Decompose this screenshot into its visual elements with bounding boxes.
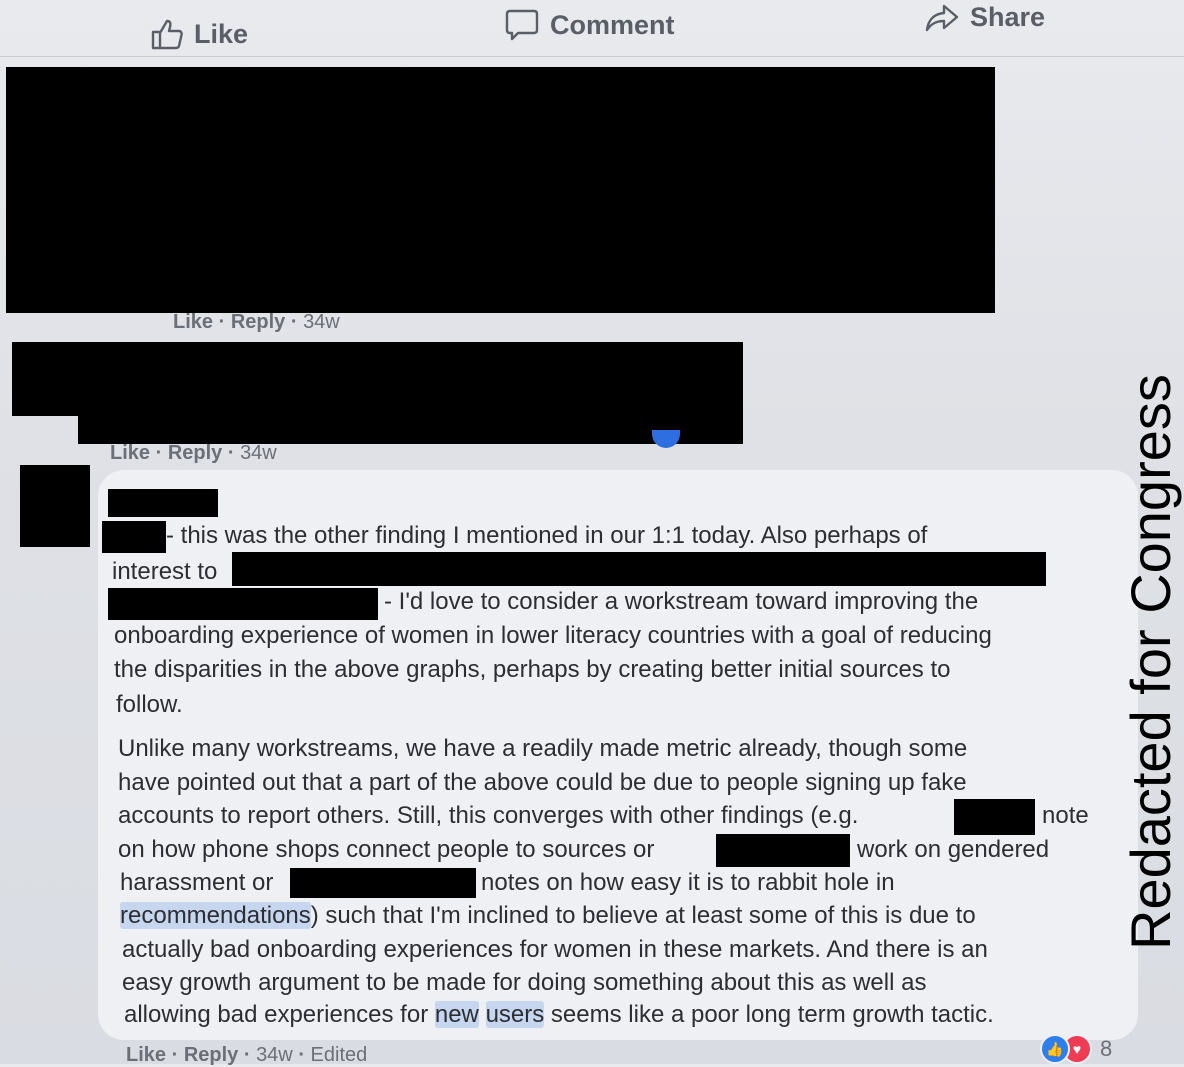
comment-text-line: - this was the other finding I mentioned… <box>166 522 928 549</box>
comment-text-line: the disparities in the above graphs, per… <box>114 656 951 683</box>
comment-text-line: onboarding experience of women in lower … <box>114 622 992 649</box>
share-button[interactable]: Share <box>924 2 1045 33</box>
comment-3-reply-link[interactable]: Reply <box>184 1044 238 1066</box>
comment-1-reply-link[interactable]: Reply <box>231 311 285 333</box>
users-link[interactable]: users <box>485 1001 545 1028</box>
like-reaction-icon: 👍 <box>1040 1034 1070 1064</box>
comment-text-line: - I'd love to consider a workstream towa… <box>384 588 979 615</box>
comment-2-timestamp: 34w <box>240 442 277 464</box>
recommendations-link[interactable]: recommendations <box>120 902 311 929</box>
redacted-mention-3 <box>108 588 378 620</box>
comment-3-reactions[interactable]: 👍 ♥ 8 <box>1040 1034 1112 1064</box>
comment-1-timestamp: 34w <box>303 311 340 333</box>
share-arrow-icon <box>925 4 959 31</box>
comment-button-label: Comment <box>550 9 675 40</box>
redacted-avatar-3 <box>20 465 90 547</box>
comment-text-fragment: allowing bad experiences for <box>124 1001 429 1028</box>
comment-bubble-icon <box>505 9 539 41</box>
comment-2-meta: Like · Reply · 34w <box>110 442 277 464</box>
comment-text-line: work on gendered <box>857 836 1050 863</box>
like-button[interactable]: Like <box>150 18 248 50</box>
comment-text-line: accounts to report others. Still, this c… <box>118 802 859 829</box>
redacted-mention-2 <box>232 552 1046 586</box>
comment-1-meta: Like · Reply · 34w <box>173 311 340 333</box>
comment-2-like-link[interactable]: Like <box>110 442 150 464</box>
comment-text-line: have pointed out that a part of the abov… <box>118 769 967 796</box>
redacted-name-2 <box>716 834 850 867</box>
comment-1-like-link[interactable]: Like <box>173 311 213 333</box>
redacted-mention-1 <box>102 521 166 553</box>
redacted-author-name <box>108 489 218 517</box>
new-link[interactable]: new <box>434 1001 479 1028</box>
like-button-label: Like <box>194 18 249 49</box>
reaction-count: 8 <box>1100 1036 1113 1061</box>
comment-text-line: note <box>1042 802 1089 829</box>
comment-text-line: Unlike many workstreams, we have a readi… <box>118 735 968 762</box>
comment-text-line: on how phone shops connect people to sou… <box>118 836 655 863</box>
redacted-name-1 <box>954 799 1035 835</box>
comment-3-timestamp: 34w <box>256 1044 293 1066</box>
post-action-bar: Like Comment Share <box>0 0 1184 57</box>
comment-text-line: follow. <box>116 691 183 718</box>
redacted-comment-1 <box>6 67 995 313</box>
reaction-indicator <box>652 430 680 448</box>
redacted-avatar-2 <box>12 342 88 416</box>
redacted-for-congress-watermark: Redacted for Congress <box>1119 374 1182 950</box>
thumbs-up-icon <box>151 19 183 50</box>
comment-2-reply-link[interactable]: Reply <box>168 442 222 464</box>
comment-text-line: interest to <box>112 558 218 585</box>
comment-3-like-link[interactable]: Like <box>126 1044 166 1066</box>
comment-3-edited-label: Edited <box>310 1044 368 1066</box>
comment-button[interactable]: Comment <box>504 8 675 42</box>
comment-text-fragment: seems like a poor long term growth tacti… <box>550 1001 994 1028</box>
share-button-label: Share <box>970 2 1046 32</box>
comment-text-fragment: ) such that I'm inclined to believe at l… <box>310 902 976 929</box>
redacted-name-3 <box>290 868 476 898</box>
comment-text-line: recommendations) such that I'm inclined … <box>120 901 976 931</box>
comment-text-line: allowing bad experiences for new users s… <box>124 1000 994 1030</box>
redacted-comment-2 <box>78 342 743 444</box>
comment-text-line: notes on how easy it is to rabbit hole i… <box>481 869 895 896</box>
comment-text-line: actually bad onboarding experiences for … <box>122 936 988 963</box>
comment-text-line: harassment or <box>120 869 274 896</box>
comment-text-line: easy growth argument to be made for doin… <box>122 969 927 996</box>
